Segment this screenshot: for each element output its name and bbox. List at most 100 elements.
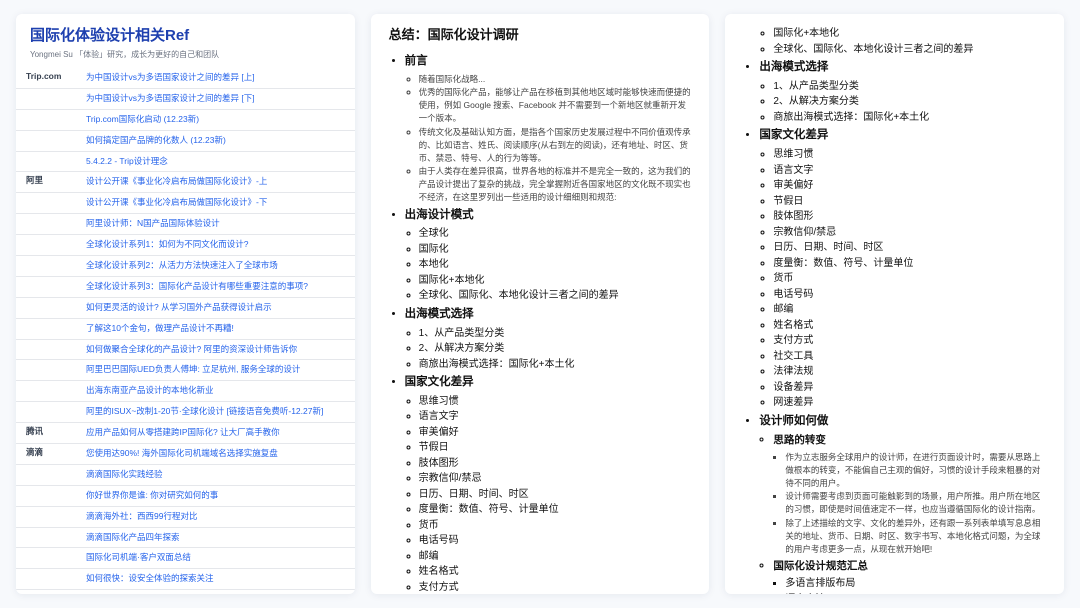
link-cell: 阿里设计师：N国产品国际体验设计 [76,214,355,235]
reference-link[interactable]: 了解这10个金句，做理产品设计不再糟! [86,322,345,336]
reference-link[interactable]: 如何更灵活的设计? 从学习国外产品获得设计启示 [86,301,345,315]
list-item: 除了上述描绘的文字、文化的差异外，还有跟一系列表单填写息息相关的地址、货币、日期… [785,517,1046,557]
right-panel: 国际化+本地化全球化、国际化、本地化设计三者之间的差异 出海模式选择 1、从产品… [725,14,1064,594]
table-row: 设计公开课《事业化冷启布局做国际化设计》-下 [16,193,355,214]
link-cell: 滴滴国际化产品四年探索 [76,527,355,548]
list-item: 姓名格式 [773,318,1046,334]
source-cell [16,381,76,402]
left-title: 国际化体验设计相关Ref [16,24,355,49]
reference-link[interactable]: 滴滴海外社：西西99行程对比 [86,510,345,524]
reference-link[interactable]: 如何做聚合全球化的产品设计? 阿里的资深设计师告诉你 [86,343,345,357]
link-cell: 为中国设计vs为多语国家设计之间的差异 [上] [76,68,355,88]
reference-link[interactable]: 全球化设计系列2：从活力方法快速注入了全球市场 [86,259,345,273]
list-item: 1、从产品类型分类 [419,326,692,342]
reference-link[interactable]: 设计公开课《事业化冷启布局做国际化设计》-上 [86,175,345,189]
list-item: 设备差异 [773,380,1046,396]
source-cell [16,193,76,214]
list-item: 邮编 [419,549,692,565]
table-row: 为中国设计vs为多语国家设计之间的差异 [下] [16,88,355,109]
table-row: 滴滴国际化实践经验 [16,464,355,485]
list-item: 肢体图形 [773,209,1046,225]
table-row: 全球化设计系列3：国际化产品设计有哪些重要注意的事项? [16,276,355,297]
reference-link[interactable]: 阿里设计师：N国产品国际体验设计 [86,217,345,231]
reference-link[interactable]: 全球化设计系列3：国际化产品设计有哪些重要注意的事项? [86,280,345,294]
source-cell [16,360,76,381]
reference-link[interactable]: 阿里巴巴国际UED负责人傅坤: 立足杭州, 服务全球的设计 [86,363,345,377]
reference-link[interactable]: 滴滴国际化产品四年探索 [86,531,345,545]
source-cell [16,569,76,590]
reference-link[interactable]: 应用产品如何从零搭建跨IP国际化? 让大厂高手教你 [86,426,345,440]
source-cell [16,276,76,297]
reference-link[interactable]: 5.4.2.2 - Trip设计理念 [86,155,345,169]
list-item: 宗教信仰/禁忌 [419,471,692,487]
link-cell: 阿里巴巴国际UED负责人傅坤: 立足杭州, 服务全球的设计 [76,360,355,381]
source-cell: 腾讯 [16,423,76,444]
list-item: 网速差异 [773,395,1046,411]
reference-link[interactable]: 设计公开课《事业化冷启布局做国际化设计》-下 [86,196,345,210]
table-row: 如何设计并深圳：个性情考辞院 [16,590,355,594]
table-row: 出海东南亚产品设计的本地化新业 [16,381,355,402]
link-cell: 国际化司机端·客户双面总结 [76,548,355,569]
link-cell: 出海东南亚产品设计的本地化新业 [76,381,355,402]
list-item: 2、从解决方案分类 [773,94,1046,110]
source-cell: 阿里 [16,172,76,193]
list-item: 国际化+本地化 [773,26,1046,42]
section-heading: 出海设计模式 [405,207,692,225]
reference-table: Trip.com 为中国设计vs为多语国家设计之间的差异 [上] 为中国设计vs为多… [16,68,355,594]
reference-link[interactable]: 如何设计并深圳：个性情考辞院 [86,593,345,594]
reference-link[interactable]: 阿里的ISUX~改制1-20节·全球化设计 [链接语音免费听-12.27新] [86,405,345,419]
list-item: 法律法规 [773,364,1046,380]
list-item: 节假日 [773,194,1046,210]
list-item: 国际化+本地化 [419,273,692,289]
reference-link[interactable]: 你好世界你是谁: 你对研究如何的事 [86,489,345,503]
list-item: 全球化、国际化、本地化设计三者之间的差异 [419,288,692,304]
source-cell [16,109,76,130]
list-item: 货币 [419,518,692,534]
link-cell: 5.4.2.2 - Trip设计理念 [76,151,355,172]
table-row: 了解这10个金句，做理产品设计不再糟! [16,318,355,339]
list-item: 思维习惯 [773,147,1046,163]
table-row: 如何更灵活的设计? 从学习国外产品获得设计启示 [16,297,355,318]
link-cell: 阿里的ISUX~改制1-20节·全球化设计 [链接语音免费听-12.27新] [76,402,355,423]
reference-link[interactable]: 如何搞定国产品牌的化数人 (12.23新) [86,134,345,148]
left-subtitle: Yongmei Su 「体验」研究，成长为更好的自己和团队 [16,49,355,68]
section-heading: 国家文化差异 [759,127,1046,145]
section-heading: 出海模式选择 [759,59,1046,77]
right-outline: 国际化+本地化全球化、国际化、本地化设计三者之间的差异 出海模式选择 1、从产品… [725,26,1064,594]
reference-link[interactable]: 为中国设计vs为多语国家设计之间的差异 [上] [86,71,345,85]
table-row: 滴滴海外社：西西99行程对比 [16,506,355,527]
list-item: 优秀的国际化产品，能够让产品在移植到其他地区域时能够快速而便捷的使用，例如 Go… [419,86,692,126]
list-item: 电话号码 [773,287,1046,303]
source-cell [16,130,76,151]
reference-link[interactable]: 国际化司机端·客户双面总结 [86,551,345,565]
list-item: 邮编 [773,302,1046,318]
left-panel: 国际化体验设计相关Ref Yongmei Su 「体验」研究，成长为更好的自己和… [16,14,355,594]
reference-link[interactable]: Trip.com国际化启动 (12.23新) [86,113,345,127]
source-cell [16,235,76,256]
list-item: 节假日 [419,440,692,456]
list-item: 商旅出海模式选择：国际化+本土化 [419,357,692,373]
list-item: 日历、日期、时间、时区 [773,240,1046,256]
reference-link[interactable]: 出海东南亚产品设计的本地化新业 [86,384,345,398]
list-item: 度量衡：数值、符号、计量单位 [419,502,692,518]
reference-link[interactable]: 您使用达90%! 海外国际化司机端域名选择实施复盘 [86,447,345,461]
list-item: 语言文字 [419,409,692,425]
table-row: 滴滴您使用达90%! 海外国际化司机端域名选择实施复盘 [16,444,355,465]
reference-link[interactable]: 全球化设计系列1：如何为不同文化而设计? [86,238,345,252]
source-cell [16,318,76,339]
list-item: 语言文法 [785,592,1046,594]
source-cell [16,214,76,235]
reference-link[interactable]: 如何很快：设安全体验的探索关注 [86,572,345,586]
list-item: 传统文化及基础认知方面，是指各个国家历史发展过程中不同价值观传承的、比如语言、姓… [419,126,692,166]
reference-link[interactable]: 滴滴国际化实践经验 [86,468,345,482]
reference-link[interactable]: 为中国设计vs为多语国家设计之间的差异 [下] [86,92,345,106]
link-cell: 滴滴海外社：西西99行程对比 [76,506,355,527]
section-heading: 国家文化差异 [405,374,692,392]
link-cell: 全球化设计系列3：国际化产品设计有哪些重要注意的事项? [76,276,355,297]
list-item: 电话号码 [419,533,692,549]
list-item: 1、从产品类型分类 [773,79,1046,95]
source-cell: Trip.com [16,68,76,88]
link-cell: 应用产品如何从零搭建跨IP国际化? 让大厂高手教你 [76,423,355,444]
table-row: Trip.com 为中国设计vs为多语国家设计之间的差异 [上] [16,68,355,88]
source-cell [16,88,76,109]
